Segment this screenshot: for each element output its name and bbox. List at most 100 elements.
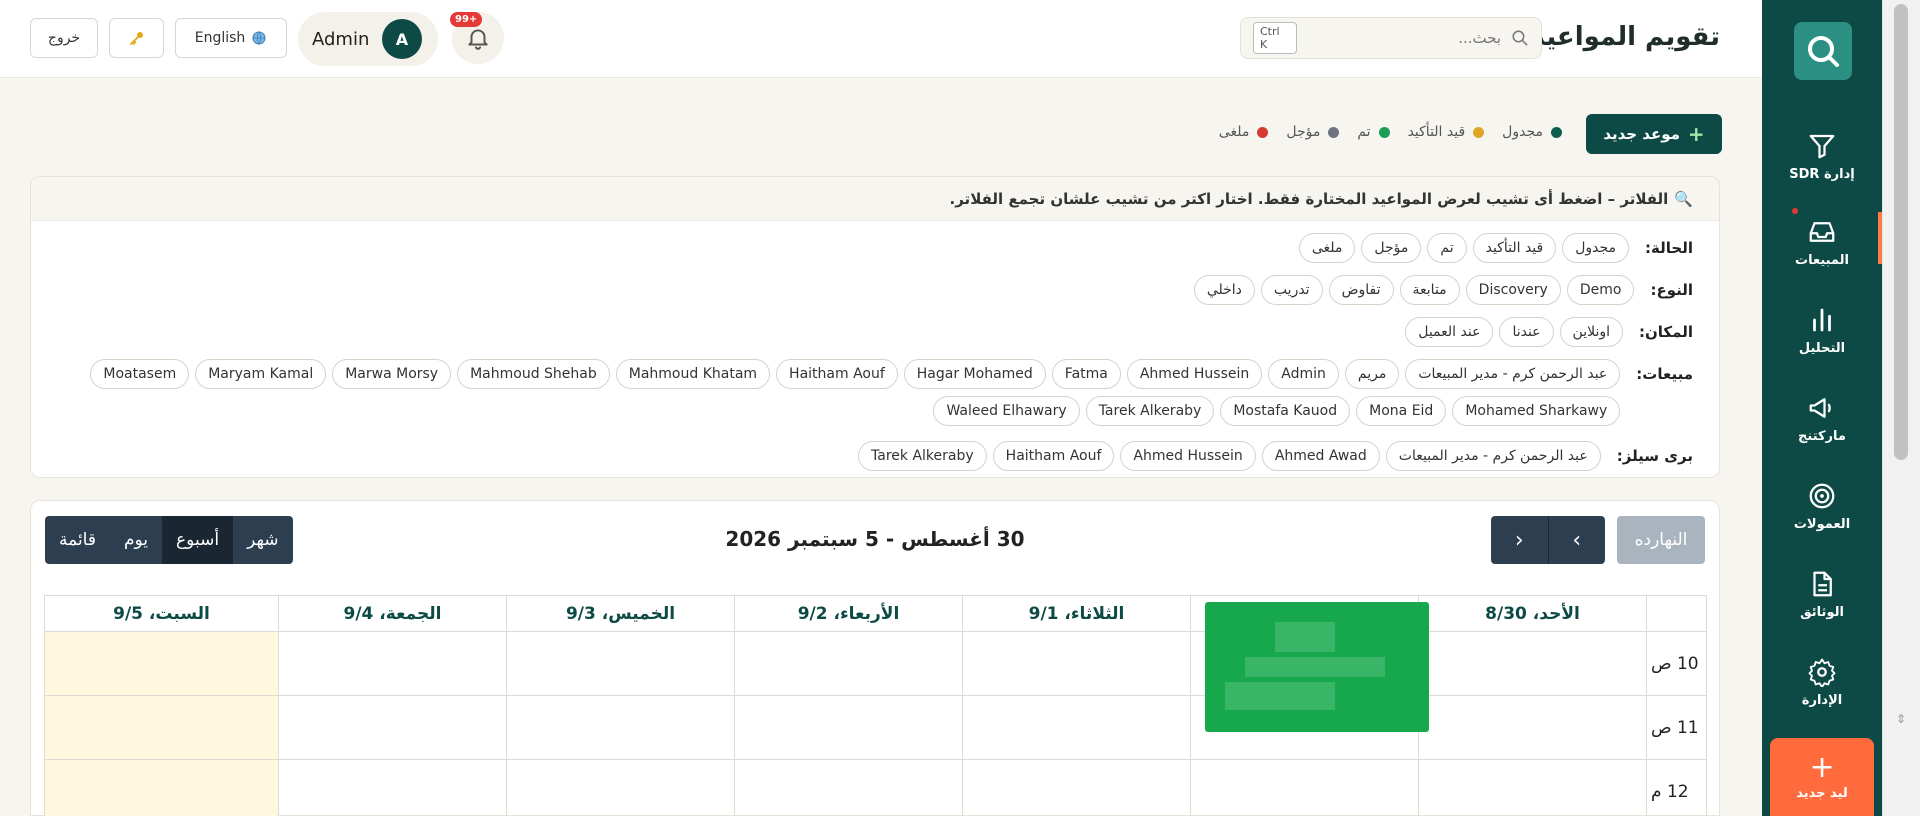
filter-chip[interactable]: عبد الرحمن كرم - مدير المبيعات xyxy=(1405,359,1621,389)
key-button[interactable] xyxy=(109,18,164,58)
filter-chip[interactable]: Tarek Alkeraby xyxy=(1085,396,1215,426)
time-slot[interactable] xyxy=(1418,631,1647,696)
filter-chip[interactable]: مريم xyxy=(1344,359,1400,389)
legend-label: تم xyxy=(1357,124,1371,140)
time-slot[interactable] xyxy=(506,695,735,760)
notifications-button[interactable]: +99 xyxy=(450,12,504,64)
view-day-button[interactable]: يوم xyxy=(110,516,162,564)
filter-chip[interactable]: عند العميل xyxy=(1405,317,1494,347)
filter-chip[interactable]: Tarek Alkeraby xyxy=(858,441,987,471)
time-slot[interactable] xyxy=(962,631,1191,696)
filter-row-sales: مبيعات: عبد الرحمن كرم - مدير المبيعات مر… xyxy=(60,359,1693,426)
time-slot[interactable] xyxy=(506,631,735,696)
sidebar-item-sales[interactable]: المبيعات xyxy=(1762,202,1882,282)
filter-row-status: الحالة: مجدول قيد التأكيد تم مؤجل ملغى xyxy=(1298,233,1693,263)
time-slot[interactable] xyxy=(278,631,507,696)
time-label: 10 ص xyxy=(1646,631,1707,696)
filter-chip[interactable]: قيد التأكيد xyxy=(1472,233,1557,263)
day-header[interactable]: السبت، 9/5 xyxy=(44,595,279,632)
view-month-button[interactable]: شهر xyxy=(233,516,292,564)
time-slot[interactable] xyxy=(278,759,507,816)
day-header[interactable]: الأحد، 8/30 xyxy=(1418,595,1647,632)
filter-chip[interactable]: اونلاين xyxy=(1559,317,1623,347)
filter-row-presales: برى سيلز: عبد الرحمن كرم - مدير المبيعات… xyxy=(858,441,1693,471)
time-slot[interactable] xyxy=(734,695,963,760)
sales-chips: عبد الرحمن كرم - مدير المبيعات مريم Admin A… xyxy=(60,359,1621,426)
filter-chip[interactable]: Ahmed Hussein xyxy=(1126,359,1263,389)
search-box[interactable]: Ctrl K xyxy=(1240,17,1542,59)
app-logo[interactable] xyxy=(1794,22,1852,80)
inbox-icon xyxy=(1809,221,1835,242)
scrollbar-thumb[interactable] xyxy=(1894,4,1908,460)
filter-chip[interactable]: تدريب xyxy=(1260,275,1323,305)
time-slot[interactable] xyxy=(734,631,963,696)
search-icon xyxy=(1512,30,1528,46)
time-slot[interactable] xyxy=(1418,695,1647,760)
user-name: Admin xyxy=(312,28,370,50)
time-slot-today[interactable] xyxy=(44,631,279,696)
legend-label: ملغى xyxy=(1218,124,1250,140)
sidebar-item-admin[interactable]: الإدارة xyxy=(1762,642,1882,722)
logout-button[interactable]: خروج xyxy=(30,18,98,58)
filter-chip[interactable]: تفاوض xyxy=(1328,275,1394,305)
filter-chip[interactable]: Fatma xyxy=(1051,359,1121,389)
bell-icon xyxy=(468,29,488,50)
time-slot[interactable] xyxy=(506,759,735,816)
filter-chip[interactable]: Mohamed Sharkawy xyxy=(1452,396,1621,426)
filter-chip[interactable]: ملغى xyxy=(1298,233,1356,263)
filter-label: برى سيلز: xyxy=(1616,447,1693,465)
filter-chip[interactable]: Mahmoud Shehab xyxy=(457,359,610,389)
location-chips: اونلاين عندنا عند العميل xyxy=(1405,317,1623,347)
view-list-button[interactable]: قائمة xyxy=(45,516,110,564)
filter-chip[interactable]: Mostafa Kauod xyxy=(1220,396,1351,426)
day-header[interactable]: الأربعاء، 9/2 xyxy=(734,595,963,632)
search-input[interactable] xyxy=(1307,29,1502,47)
filter-chip[interactable]: Mahmoud Khatam xyxy=(615,359,771,389)
view-week-button[interactable]: أسبوع xyxy=(162,516,234,564)
filter-chip[interactable]: داخلي xyxy=(1193,275,1255,305)
filter-chip[interactable]: Demo xyxy=(1566,275,1635,305)
filter-chip[interactable]: عبد الرحمن كرم - مدير المبيعات xyxy=(1385,441,1601,471)
time-slot[interactable] xyxy=(278,695,507,760)
time-slot[interactable] xyxy=(1190,759,1419,816)
filter-chip[interactable]: Haitham Aouf xyxy=(776,359,898,389)
time-slot[interactable] xyxy=(962,695,1191,760)
filter-chip[interactable]: عندنا xyxy=(1499,317,1554,347)
sidebar-item-marketing[interactable]: ماركتنج xyxy=(1762,378,1882,458)
filter-chip[interactable]: Moatasem xyxy=(90,359,190,389)
day-header[interactable]: الجمعة، 9/4 xyxy=(278,595,507,632)
time-slot[interactable] xyxy=(734,759,963,816)
filter-chip[interactable]: Waleed Elhawary xyxy=(933,396,1080,426)
new-appointment-button[interactable]: + موعد جديد xyxy=(1586,114,1722,154)
filter-chip[interactable]: مجدول xyxy=(1562,233,1630,263)
language-button[interactable]: English xyxy=(175,18,287,58)
filter-chip[interactable]: Hagar Mohamed xyxy=(903,359,1046,389)
filter-chip[interactable]: Admin xyxy=(1268,359,1339,389)
time-slot[interactable] xyxy=(962,759,1191,816)
filter-chip[interactable]: Maryam Kamal xyxy=(195,359,327,389)
sidebar-item-documents[interactable]: الوثائق xyxy=(1762,554,1882,634)
filter-chip[interactable]: مؤجل xyxy=(1361,233,1422,263)
filter-chip[interactable]: Discovery xyxy=(1465,275,1561,305)
filter-chip[interactable]: Marwa Morsy xyxy=(332,359,452,389)
filter-chip[interactable]: Mona Eid xyxy=(1356,396,1447,426)
filter-chip[interactable]: Ahmed Awad xyxy=(1261,441,1380,471)
time-slot-today[interactable] xyxy=(44,695,279,760)
sidebar-item-commissions[interactable]: العمولات xyxy=(1762,466,1882,546)
filter-chip[interactable]: Ahmed Hussein xyxy=(1120,441,1256,471)
calendar-event[interactable] xyxy=(1205,602,1429,732)
new-lead-button[interactable]: + ليد جديد xyxy=(1770,738,1874,816)
filter-label: مبيعات: xyxy=(1636,365,1693,383)
time-slot[interactable] xyxy=(1418,759,1647,816)
filter-chip[interactable]: متابعة xyxy=(1399,275,1460,305)
sidebar-item-analytics[interactable]: التحليل xyxy=(1762,290,1882,370)
day-header[interactable]: الخميس، 9/3 xyxy=(506,595,735,632)
time-slot-today[interactable] xyxy=(44,759,279,816)
sidebar-item-sdr[interactable]: إدارة SDR xyxy=(1762,116,1882,196)
scrollbar-arrows-icon[interactable]: ⇕ xyxy=(1896,712,1906,742)
user-menu[interactable]: Admin A xyxy=(298,12,438,66)
filter-chip[interactable]: Haitham Aouf xyxy=(992,441,1115,471)
page-scrollbar[interactable]: ⇕ xyxy=(1882,0,1920,816)
day-header[interactable]: الثلاثاء، 9/1 xyxy=(962,595,1191,632)
filter-chip[interactable]: تم xyxy=(1427,233,1467,263)
